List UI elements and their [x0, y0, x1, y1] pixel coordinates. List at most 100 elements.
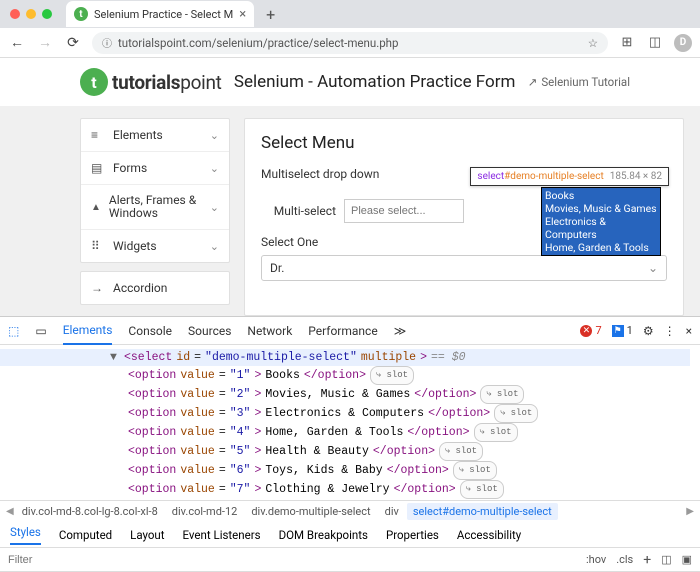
sidebar-item-forms[interactable]: ▤ Forms ⌄ — [81, 152, 229, 185]
cls-toggle[interactable]: .cls — [616, 553, 633, 566]
option-electronics[interactable]: Electronics & Computers — [545, 215, 657, 241]
demo-multiple-select[interactable]: Books Movies, Music & Games Electronics … — [541, 187, 661, 256]
back-button[interactable]: ← — [8, 34, 26, 51]
site-info-icon[interactable]: ⓘ — [102, 35, 112, 50]
settings-icon[interactable]: ⚙ — [643, 324, 654, 338]
multi-select-label: Multi-select — [261, 204, 336, 218]
browser-tab[interactable]: t Selenium Practice - Select M × — [66, 1, 254, 27]
favicon-icon: t — [74, 7, 88, 21]
url-text: tutorialspoint.com/selenium/practice/sel… — [118, 36, 398, 50]
error-badge[interactable]: ✕7 — [580, 324, 601, 337]
inspect-icon[interactable]: ⬚ — [8, 324, 19, 338]
forward-button: → — [36, 34, 54, 51]
select-one-dropdown[interactable]: Dr. ⌄ — [261, 255, 667, 281]
slot-badge: ⤷ slot — [439, 442, 483, 461]
tab-performance[interactable]: Performance — [308, 318, 377, 344]
inspector-tooltip: select#demo-multiple-select 185.84 × 82 — [470, 167, 669, 186]
issues-badge[interactable]: ⚑1 — [612, 324, 633, 337]
tab-network[interactable]: Network — [247, 318, 292, 344]
tab-sources[interactable]: Sources — [188, 318, 231, 344]
tab-computed[interactable]: Computed — [59, 528, 112, 542]
side-panel-icon[interactable]: ◫ — [646, 35, 664, 50]
bookmark-icon[interactable]: ☆ — [588, 36, 598, 50]
extensions-icon[interactable]: ⊞ — [618, 35, 636, 50]
styles-filter-input[interactable] — [8, 554, 576, 566]
slot-badge: ⤷ slot — [494, 404, 538, 423]
crumb-item[interactable]: div.col-md-8.col-lg-8.col-xl-8 — [16, 503, 164, 520]
slot-badge: ⤷ slot — [453, 461, 497, 480]
chevron-down-icon: ⌄ — [210, 201, 219, 214]
dom-option-element[interactable]: <option value="1">Books</option> ⤷ slot — [0, 366, 690, 385]
dom-tree[interactable]: ▼<select id="demo-multiple-select" multi… — [0, 345, 700, 500]
tab-close-icon[interactable]: × — [239, 7, 246, 22]
logo-icon: t — [80, 68, 108, 96]
sidebar-item-widgets[interactable]: ⠿ Widgets ⌄ — [81, 230, 229, 262]
bell-icon: ▲ — [91, 202, 101, 213]
chevron-down-icon: ⌄ — [210, 240, 219, 253]
address-bar[interactable]: ⓘ tutorialspoint.com/selenium/practice/s… — [92, 32, 608, 54]
section-heading: Select Menu — [261, 133, 667, 153]
tab-dom-breakpoints[interactable]: DOM Breakpoints — [279, 528, 368, 542]
site-logo[interactable]: t tutorialspoint — [80, 68, 222, 96]
tab-event-listeners[interactable]: Event Listeners — [183, 528, 261, 542]
crumb-right-icon[interactable]: ▶ — [686, 506, 694, 517]
slot-badge: ⤷ slot — [370, 366, 414, 385]
option-movies[interactable]: Movies, Music & Games — [545, 202, 657, 215]
sidebar-item-accordion[interactable]: → Accordion — [81, 272, 229, 304]
chevron-down-icon: ⌄ — [648, 261, 658, 275]
reload-button[interactable]: ⟳ — [64, 35, 82, 51]
arrow-right-icon: → — [91, 281, 105, 295]
breadcrumb[interactable]: ◀ div.col-md-8.col-lg-8.col-xl-8 div.col… — [0, 500, 700, 522]
multi-select-input[interactable] — [344, 199, 464, 223]
grid-icon: ⠿ — [91, 239, 105, 253]
sidebar-item-alerts[interactable]: ▲ Alerts, Frames & Windows ⌄ — [81, 185, 229, 230]
chevron-down-icon: ⌄ — [210, 162, 219, 175]
tab-properties[interactable]: Properties — [386, 528, 439, 542]
main-panel: Select Menu Multiselect drop down Multi-… — [244, 118, 684, 316]
tab-accessibility[interactable]: Accessibility — [457, 528, 521, 542]
dom-select-element[interactable]: ▼<select id="demo-multiple-select" multi… — [0, 349, 690, 366]
dom-option-element[interactable]: <option value="3">Electronics & Computer… — [0, 404, 690, 423]
crumb-item-active[interactable]: select#demo-multiple-select — [407, 503, 558, 520]
crumb-item[interactable]: div.col-md-12 — [166, 503, 244, 520]
crumb-item[interactable]: div — [379, 503, 405, 520]
tab-layout[interactable]: Layout — [130, 528, 164, 542]
logo-text: tutorialspoint — [112, 71, 222, 94]
more-tabs-icon[interactable]: ≫ — [394, 324, 407, 338]
maximize-window-icon[interactable] — [42, 9, 52, 19]
dom-option-element[interactable]: <option value="4">Home, Garden & Tools</… — [0, 423, 690, 442]
slot-badge: ⤷ slot — [480, 385, 524, 404]
new-tab-button[interactable]: + — [260, 5, 281, 24]
more-icon[interactable]: ⋮ — [664, 324, 676, 338]
close-devtools-icon[interactable]: × — [686, 324, 692, 338]
profile-avatar[interactable]: D — [674, 34, 692, 52]
form-icon: ▤ — [91, 161, 105, 175]
dom-option-element[interactable]: <option value="7">Clothing & Jewelry</op… — [0, 480, 690, 499]
close-window-icon[interactable] — [10, 9, 20, 19]
selenium-tutorial-link[interactable]: ↗ Selenium Tutorial — [528, 75, 630, 89]
dom-option-element[interactable]: <option value="5">Health & Beauty</optio… — [0, 442, 690, 461]
minimize-window-icon[interactable] — [26, 9, 36, 19]
tab-elements[interactable]: Elements — [63, 317, 113, 345]
crumb-item[interactable]: div.demo-multiple-select — [245, 503, 376, 520]
hov-toggle[interactable]: :hov — [586, 553, 606, 566]
page-title: Selenium - Automation Practice Form — [222, 72, 528, 92]
dom-option-element[interactable]: <option value="2">Movies, Music & Games<… — [0, 385, 690, 404]
chevron-down-icon: ⌄ — [210, 129, 219, 142]
box-model-icon[interactable]: ◫ — [661, 553, 671, 566]
computed-panel-icon[interactable]: ▣ — [682, 553, 692, 566]
external-link-icon: ↗ — [528, 75, 538, 89]
crumb-left-icon[interactable]: ◀ — [6, 506, 14, 517]
list-icon: ≡ — [91, 128, 105, 142]
device-toggle-icon[interactable]: ▭ — [35, 324, 46, 338]
sidebar-item-elements[interactable]: ≡ Elements ⌄ — [81, 119, 229, 152]
tab-console[interactable]: Console — [128, 318, 172, 344]
option-books[interactable]: Books — [545, 189, 657, 202]
mac-window-buttons[interactable] — [6, 9, 60, 19]
tab-title: Selenium Practice - Select M — [94, 8, 233, 21]
tab-styles[interactable]: Styles — [10, 525, 41, 545]
dom-option-element[interactable]: <option value="6">Toys, Kids & Baby</opt… — [0, 461, 690, 480]
slot-badge: ⤷ slot — [474, 423, 518, 442]
option-home[interactable]: Home, Garden & Tools — [545, 241, 657, 254]
slot-badge: ⤷ slot — [460, 480, 504, 499]
